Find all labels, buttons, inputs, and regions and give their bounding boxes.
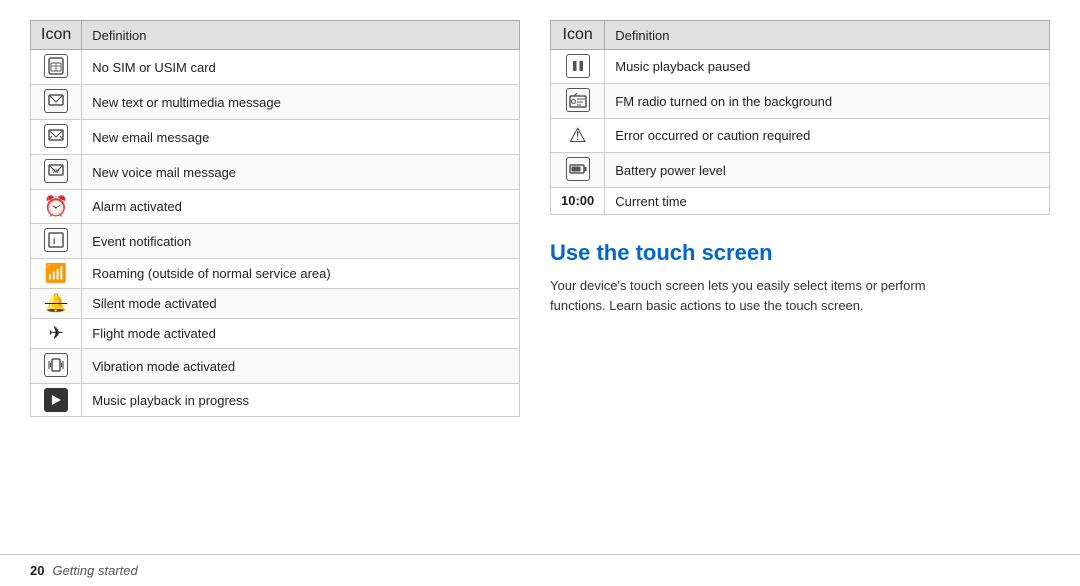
def-vibration: Vibration mode activated bbox=[82, 349, 520, 384]
def-new-email: New email message bbox=[82, 120, 520, 155]
def-no-sim: No SIM or USIM card bbox=[82, 50, 520, 85]
page-number: 20 bbox=[30, 563, 44, 578]
table-row: 📶 Roaming (outside of normal service are… bbox=[31, 259, 520, 289]
icon-cell-roaming: 📶 bbox=[31, 259, 82, 289]
page-label: Getting started bbox=[52, 563, 137, 578]
left-icon-table: Icon Definition bbox=[30, 20, 520, 544]
table-row: Music playback paused bbox=[551, 50, 1050, 84]
def-new-text: New text or multimedia message bbox=[82, 85, 520, 120]
music-icon bbox=[44, 388, 68, 412]
def-time: Current time bbox=[605, 188, 1050, 215]
icon-cell-pause bbox=[551, 50, 605, 84]
time-icon: 10:00 bbox=[561, 193, 594, 208]
def-alarm: Alarm activated bbox=[82, 190, 520, 224]
icon-cell-music bbox=[31, 384, 82, 417]
alarm-icon: ⏰ bbox=[44, 196, 69, 218]
table-row: ✈ Flight mode activated bbox=[31, 319, 520, 349]
table-row: New text or multimedia message bbox=[31, 85, 520, 120]
touch-screen-section: Use the touch screen Your device's touch… bbox=[550, 235, 1050, 315]
def-music: Music playback in progress bbox=[82, 384, 520, 417]
icon-cell-silent: 🔔 bbox=[31, 289, 82, 319]
right-col-def-header: Definition bbox=[605, 21, 1050, 50]
def-silent: Silent mode activated bbox=[82, 289, 520, 319]
sim-icon bbox=[44, 54, 68, 78]
icon-cell-radio bbox=[551, 84, 605, 119]
roaming-icon: 📶 bbox=[45, 263, 67, 283]
table-row: ⚠ Error occurred or caution required bbox=[551, 119, 1050, 153]
vibration-icon bbox=[44, 353, 68, 377]
def-roaming: Roaming (outside of normal service area) bbox=[82, 259, 520, 289]
def-pause: Music playback paused bbox=[605, 50, 1050, 84]
def-flight: Flight mode activated bbox=[82, 319, 520, 349]
silent-icon: 🔔 bbox=[45, 293, 67, 313]
def-battery: Battery power level bbox=[605, 153, 1050, 188]
touch-screen-description: Your device's touch screen lets you easi… bbox=[550, 276, 970, 315]
def-warning: Error occurred or caution required bbox=[605, 119, 1050, 153]
right-icon-table: Icon Definition bbox=[550, 20, 1050, 215]
icon-cell-alarm: ⏰ bbox=[31, 190, 82, 224]
right-section: Icon Definition bbox=[550, 20, 1050, 544]
svg-text:VM: VM bbox=[52, 169, 60, 175]
email-icon bbox=[44, 124, 68, 148]
icon-cell-msg bbox=[31, 85, 82, 120]
icon-cell-time: 10:00 bbox=[551, 188, 605, 215]
table-row: 10:00 Current time bbox=[551, 188, 1050, 215]
icon-cell-sim bbox=[31, 50, 82, 85]
icon-cell-flight: ✈ bbox=[31, 319, 82, 349]
flight-icon: ✈ bbox=[49, 323, 64, 343]
svg-text:i: i bbox=[53, 236, 56, 246]
table-row: ⏰ Alarm activated bbox=[31, 190, 520, 224]
warning-icon: ⚠ bbox=[569, 125, 587, 147]
table-row: Battery power level bbox=[551, 153, 1050, 188]
def-voicemail: New voice mail message bbox=[82, 155, 520, 190]
footer: 20 Getting started bbox=[0, 554, 1080, 586]
table-row: Vibration mode activated bbox=[31, 349, 520, 384]
icon-cell-email bbox=[31, 120, 82, 155]
left-col-icon-header: Icon bbox=[31, 21, 82, 50]
def-radio: FM radio turned on in the background bbox=[605, 84, 1050, 119]
table-row: VM New voice mail message bbox=[31, 155, 520, 190]
icon-cell-warning: ⚠ bbox=[551, 119, 605, 153]
pause-icon bbox=[566, 54, 590, 78]
right-col-icon-header: Icon bbox=[551, 21, 605, 50]
table-row: i Event notification bbox=[31, 224, 520, 259]
icon-cell-vibration bbox=[31, 349, 82, 384]
table-row: FM radio turned on in the background bbox=[551, 84, 1050, 119]
message-icon bbox=[44, 89, 68, 113]
icon-cell-battery bbox=[551, 153, 605, 188]
table-row: No SIM or USIM card bbox=[31, 50, 520, 85]
left-col-def-header: Definition bbox=[82, 21, 520, 50]
def-event: Event notification bbox=[82, 224, 520, 259]
icon-cell-event: i bbox=[31, 224, 82, 259]
table-row: 🔔 Silent mode activated bbox=[31, 289, 520, 319]
table-row: Music playback in progress bbox=[31, 384, 520, 417]
icon-cell-voicemail: VM bbox=[31, 155, 82, 190]
voicemail-icon: VM bbox=[44, 159, 68, 183]
table-row: New email message bbox=[31, 120, 520, 155]
touch-screen-title: Use the touch screen bbox=[550, 240, 1050, 266]
battery-icon bbox=[566, 157, 590, 181]
event-icon: i bbox=[44, 228, 68, 252]
radio-icon bbox=[566, 88, 590, 112]
